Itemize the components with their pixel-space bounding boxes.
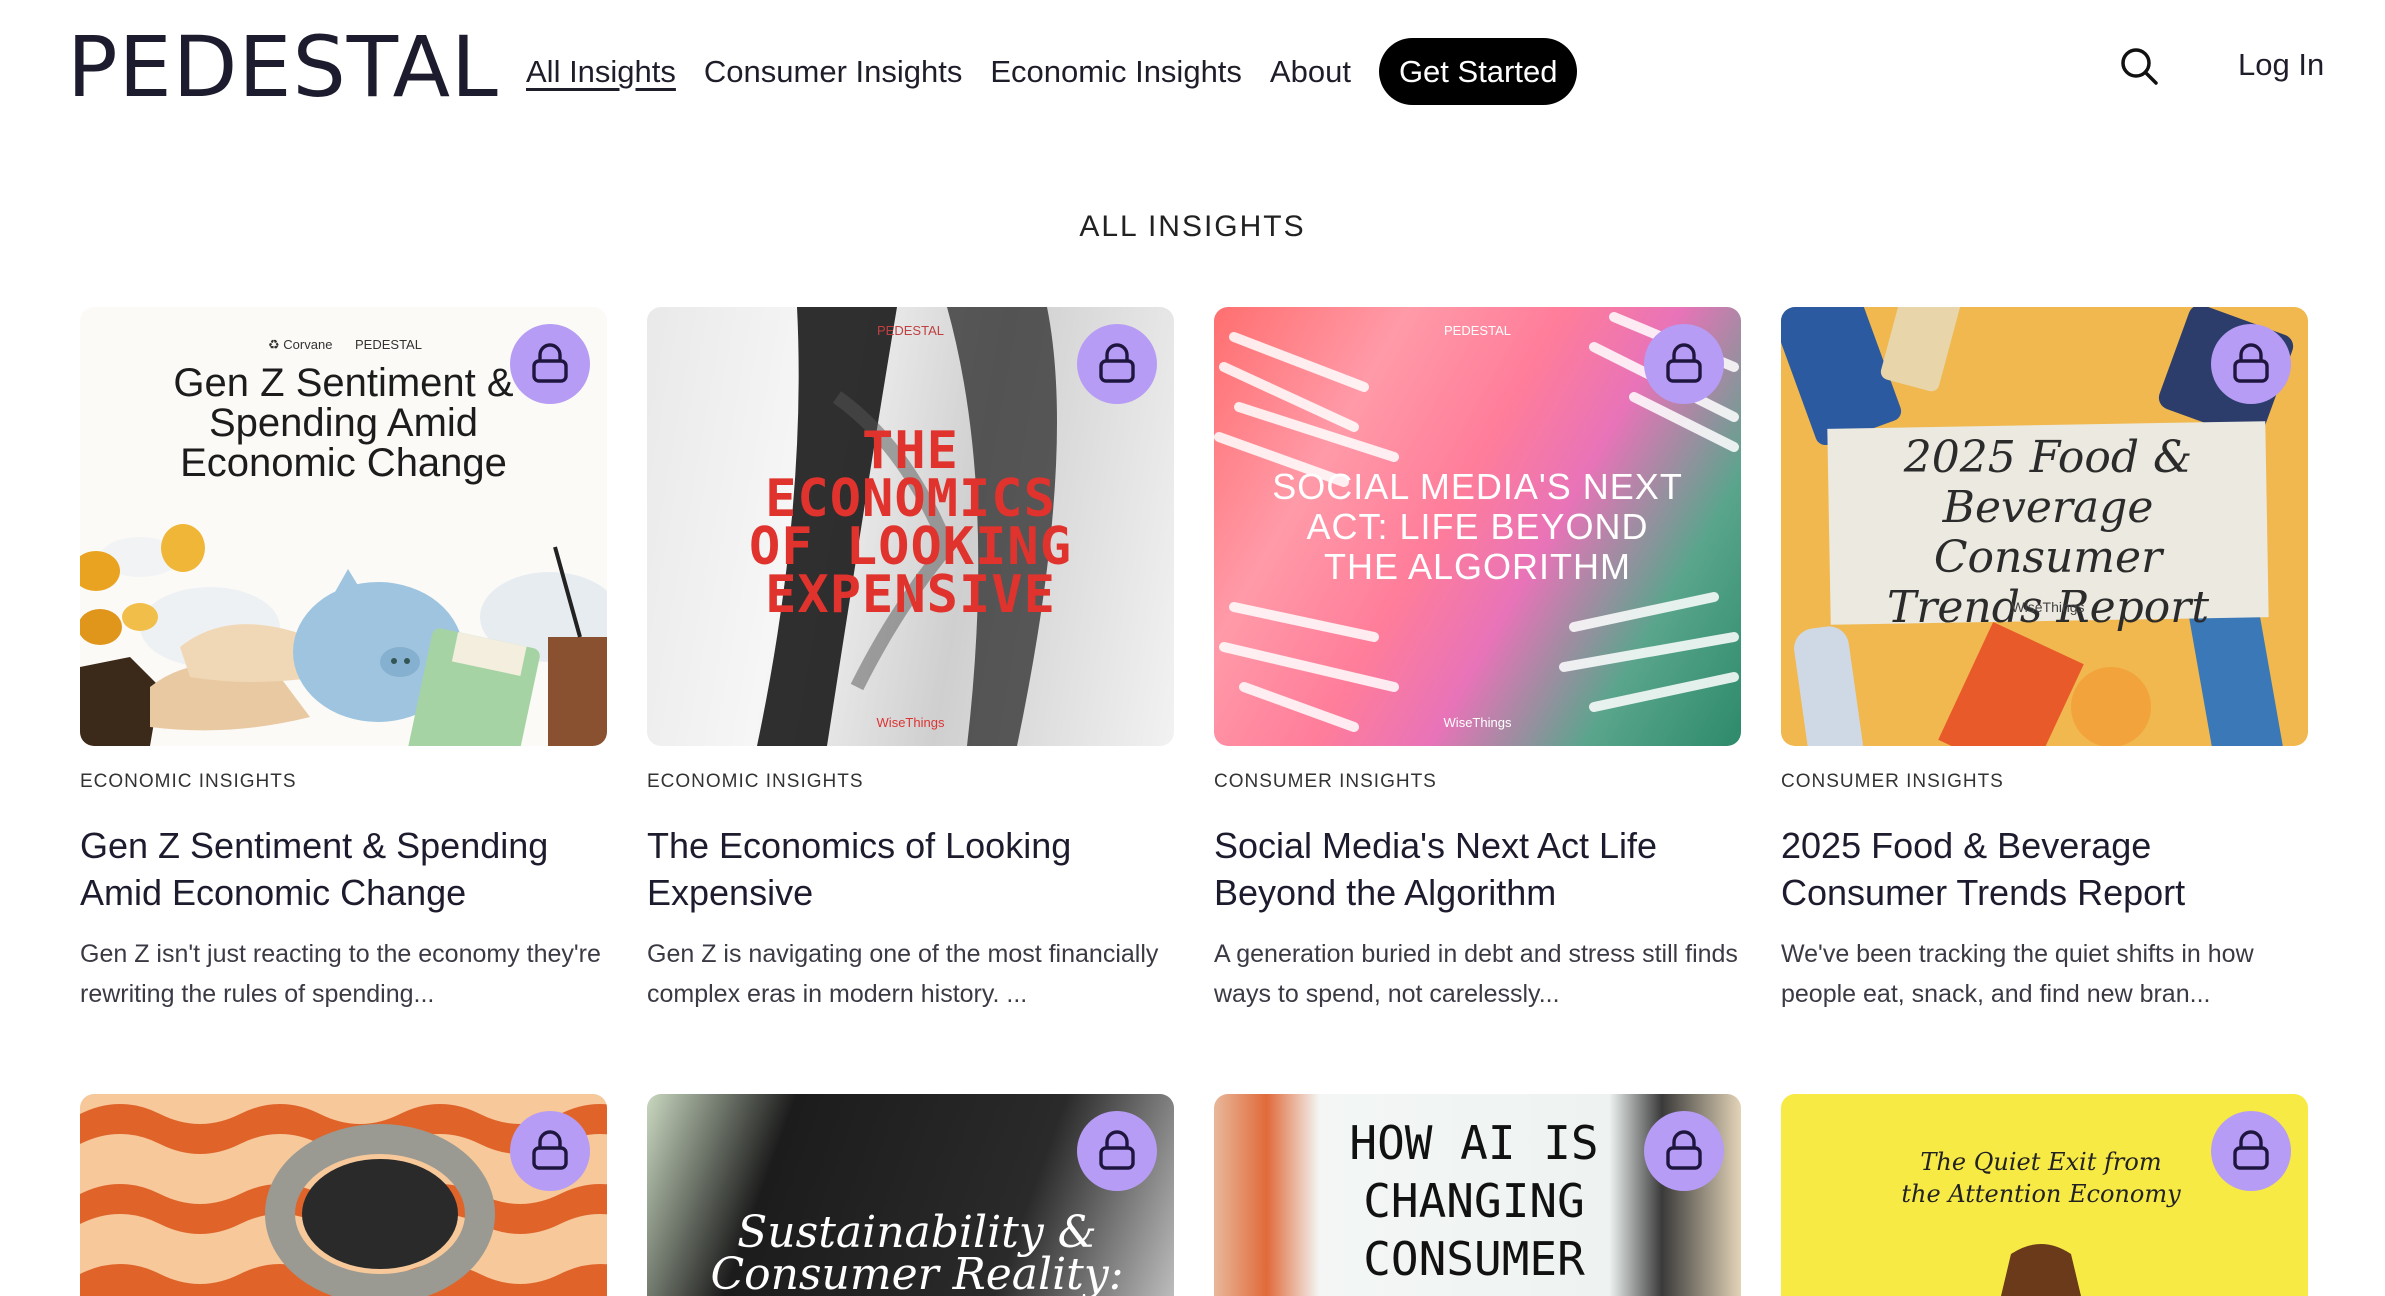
image-brand-corvane: ♻ Corvane (268, 337, 333, 352)
image-brand-bottom: WiseThings (2011, 599, 2085, 615)
card-excerpt: Gen Z isn't just reacting to the economy… (80, 940, 601, 1008)
card-image[interactable] (80, 1094, 607, 1296)
card-category[interactable]: CONSUMER INSIGHTS (1214, 771, 1741, 793)
card-title[interactable]: The Economics of Looking Expensive (647, 822, 1174, 916)
card-category[interactable]: ECONOMIC INSIGHTS (647, 771, 1174, 793)
card-excerpt: Gen Z is navigating one of the most fina… (647, 940, 1159, 1008)
insight-card[interactable]: HOW AI IS CHANGING CONSUMER (1214, 1094, 1741, 1296)
lock-icon[interactable] (1644, 324, 1724, 404)
image-heading: THE ECONOMICS OF LOOKING EXPENSIVE (748, 421, 1073, 625)
insight-card[interactable]: PEDESTAL THE ECONOMICS OF LOOKING EXPENS… (647, 307, 1174, 1014)
card-image[interactable]: HOW AI IS CHANGING CONSUMER (1214, 1094, 1741, 1296)
card-image[interactable]: PEDESTAL THE ECONOMICS OF LOOKING EXPENS… (647, 307, 1174, 746)
nav-all-insights[interactable]: All Insights (526, 45, 676, 99)
nav-economic-insights[interactable]: Economic Insights (990, 45, 1242, 99)
lock-icon[interactable] (1077, 324, 1157, 404)
card-title[interactable]: 2025 Food & Beverage Consumer Trends Rep… (1781, 822, 2308, 916)
login-link[interactable]: Log In (2238, 38, 2324, 92)
image-heading: The Quiet Exit from the Attention Econom… (1901, 1148, 2181, 1208)
card-title[interactable]: Gen Z Sentiment & Spending Amid Economic… (80, 822, 607, 916)
card-excerpt: We've been tracking the quiet shifts in … (1781, 940, 2254, 1008)
lock-icon[interactable] (510, 324, 590, 404)
image-brand-pedestal: PEDESTAL (355, 337, 422, 352)
search-icon[interactable] (2119, 46, 2159, 86)
nav-consumer-insights[interactable]: Consumer Insights (704, 45, 962, 99)
image-heading: Sustainability & Consumer Reality: (710, 1207, 1124, 1296)
insight-card[interactable]: ♻ Corvane PEDESTAL Gen Z Sentiment & Spe… (80, 307, 607, 1014)
card-image[interactable]: 2025 Food & Beverage Consumer Trends Rep… (1781, 307, 2308, 746)
card-image[interactable]: PEDESTAL SOCIAL MEDIA'S NEXT ACT: LIFE B… (1214, 307, 1741, 746)
card-title[interactable]: Social Media's Next Act Life Beyond the … (1214, 822, 1741, 916)
insight-card[interactable] (80, 1094, 607, 1296)
card-excerpt: A generation buried in debt and stress s… (1214, 940, 1738, 1008)
image-brand-bottom: WiseThings (876, 715, 945, 730)
section-title: ALL INSIGHTS (1079, 210, 1306, 243)
insight-card[interactable]: 2025 Food & Beverage Consumer Trends Rep… (1781, 307, 2308, 1014)
insight-card[interactable]: The Quiet Exit from the Attention Econom… (1781, 1094, 2308, 1296)
card-image[interactable]: Sustainability & Consumer Reality: (647, 1094, 1174, 1296)
lock-icon[interactable] (2211, 1111, 2291, 1191)
card-image[interactable]: The Quiet Exit from the Attention Econom… (1781, 1094, 2308, 1296)
image-brand-bottom: WiseThings (1443, 715, 1512, 730)
card-image[interactable]: ♻ Corvane PEDESTAL Gen Z Sentiment & Spe… (80, 307, 607, 746)
get-started-button[interactable]: Get Started (1378, 38, 1578, 105)
lock-icon[interactable] (1644, 1111, 1724, 1191)
image-heading: HOW AI IS CHANGING CONSUMER (1349, 1116, 1599, 1286)
insight-card[interactable]: Sustainability & Consumer Reality: (647, 1094, 1174, 1296)
lock-icon[interactable] (1077, 1111, 1157, 1191)
nav-about[interactable]: About (1270, 45, 1351, 99)
image-heading: SOCIAL MEDIA'S NEXT ACT: LIFE BEYOND THE… (1272, 466, 1683, 587)
card-category[interactable]: ECONOMIC INSIGHTS (80, 771, 607, 793)
lock-icon[interactable] (2211, 324, 2291, 404)
main-nav: All Insights Consumer Insights Economic … (526, 38, 1578, 105)
card-category[interactable]: CONSUMER INSIGHTS (1781, 771, 2308, 793)
brand-logo[interactable]: PEDESTAL (67, 22, 499, 112)
insight-card[interactable]: PEDESTAL SOCIAL MEDIA'S NEXT ACT: LIFE B… (1214, 307, 1741, 1014)
lock-icon[interactable] (510, 1111, 590, 1191)
